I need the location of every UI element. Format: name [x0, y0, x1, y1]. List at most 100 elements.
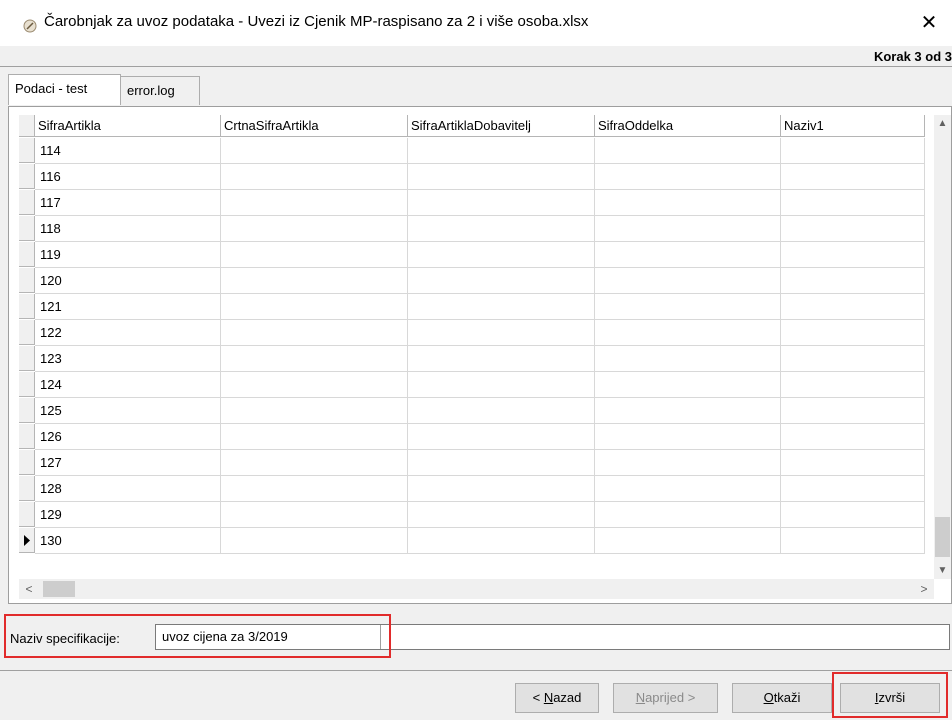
cell-empty[interactable]	[595, 216, 781, 242]
column-header-sifraartikladobavitelj[interactable]: SifraArtiklaDobavitelj	[408, 115, 595, 137]
cell-sifraartikla[interactable]: 127	[35, 450, 221, 476]
cell-empty[interactable]	[595, 502, 781, 528]
cell-empty[interactable]	[595, 424, 781, 450]
cell-empty[interactable]	[221, 190, 408, 216]
cell-empty[interactable]	[595, 372, 781, 398]
cell-empty[interactable]	[221, 138, 408, 164]
cell-empty[interactable]	[408, 190, 595, 216]
cell-sifraartikla[interactable]: 117	[35, 190, 221, 216]
tab-podaci-test[interactable]: Podaci - test	[8, 74, 121, 105]
cell-empty[interactable]	[781, 372, 925, 398]
cell-empty[interactable]	[595, 190, 781, 216]
cell-sifraartikla[interactable]: 125	[35, 398, 221, 424]
cell-sifraartikla[interactable]: 129	[35, 502, 221, 528]
cell-empty[interactable]	[221, 164, 408, 190]
cell-empty[interactable]	[408, 294, 595, 320]
cell-empty[interactable]	[781, 216, 925, 242]
cell-empty[interactable]	[408, 372, 595, 398]
horizontal-scrollbar[interactable]: < >	[19, 579, 934, 599]
cell-sifraartikla[interactable]: 114	[35, 138, 221, 164]
next-button[interactable]: Naprijed >	[613, 683, 718, 713]
row-indicator[interactable]	[19, 450, 35, 475]
cell-sifraartikla[interactable]: 122	[35, 320, 221, 346]
cell-empty[interactable]	[781, 138, 925, 164]
cell-empty[interactable]	[408, 242, 595, 268]
cell-sifraartikla[interactable]: 123	[35, 346, 221, 372]
table-row[interactable]: 129	[19, 502, 925, 528]
table-row[interactable]: 120	[19, 268, 925, 294]
cell-empty[interactable]	[221, 346, 408, 372]
cell-empty[interactable]	[408, 476, 595, 502]
cell-empty[interactable]	[408, 320, 595, 346]
column-header-crtnasifraartikla[interactable]: CrtnaSifraArtikla	[221, 115, 408, 137]
row-indicator[interactable]	[19, 502, 35, 527]
cell-empty[interactable]	[595, 164, 781, 190]
cell-empty[interactable]	[221, 528, 408, 554]
row-indicator[interactable]	[19, 346, 35, 371]
cell-empty[interactable]	[221, 268, 408, 294]
cell-empty[interactable]	[781, 346, 925, 372]
cell-empty[interactable]	[221, 242, 408, 268]
cell-empty[interactable]	[781, 528, 925, 554]
cell-empty[interactable]	[408, 450, 595, 476]
row-indicator[interactable]	[19, 476, 35, 501]
cell-empty[interactable]	[221, 320, 408, 346]
cell-empty[interactable]	[221, 294, 408, 320]
horizontal-scroll-thumb[interactable]	[43, 581, 75, 597]
cell-empty[interactable]	[781, 268, 925, 294]
close-button[interactable]: ✕	[906, 10, 952, 38]
cell-empty[interactable]	[595, 268, 781, 294]
cell-empty[interactable]	[408, 398, 595, 424]
cell-sifraartikla[interactable]: 119	[35, 242, 221, 268]
cell-empty[interactable]	[408, 502, 595, 528]
cell-sifraartikla[interactable]: 126	[35, 424, 221, 450]
table-row[interactable]: 125	[19, 398, 925, 424]
table-row[interactable]: 118	[19, 216, 925, 242]
scroll-left-icon[interactable]: <	[19, 579, 39, 599]
scroll-right-icon[interactable]: >	[914, 579, 934, 599]
cell-sifraartikla[interactable]: 124	[35, 372, 221, 398]
spec-name-input[interactable]: uvoz cijena za 3/2019	[155, 624, 950, 650]
scroll-up-icon[interactable]: ▲	[934, 115, 951, 132]
table-row[interactable]: 116	[19, 164, 925, 190]
cell-empty[interactable]	[781, 476, 925, 502]
cell-empty[interactable]	[408, 268, 595, 294]
data-grid[interactable]: SifraArtikla CrtnaSifraArtikla SifraArti…	[8, 106, 952, 604]
cell-sifraartikla[interactable]: 121	[35, 294, 221, 320]
cell-sifraartikla[interactable]: 128	[35, 476, 221, 502]
cell-empty[interactable]	[595, 242, 781, 268]
cell-sifraartikla[interactable]: 116	[35, 164, 221, 190]
cell-empty[interactable]	[595, 398, 781, 424]
row-indicator[interactable]	[19, 372, 35, 397]
row-indicator[interactable]	[19, 164, 35, 189]
tab-error-log[interactable]: error.log	[120, 76, 200, 105]
cell-empty[interactable]	[781, 398, 925, 424]
cell-empty[interactable]	[408, 164, 595, 190]
cell-empty[interactable]	[781, 190, 925, 216]
vertical-scrollbar[interactable]: ▲ ▼	[934, 115, 951, 579]
back-button[interactable]: < Nazad	[515, 683, 599, 713]
table-row[interactable]: 126	[19, 424, 925, 450]
cell-empty[interactable]	[781, 450, 925, 476]
table-row[interactable]: 127	[19, 450, 925, 476]
cell-empty[interactable]	[781, 424, 925, 450]
cell-empty[interactable]	[595, 138, 781, 164]
row-indicator[interactable]	[19, 190, 35, 215]
cell-empty[interactable]	[221, 398, 408, 424]
cell-empty[interactable]	[595, 294, 781, 320]
table-row[interactable]: 122	[19, 320, 925, 346]
column-header-naziv1[interactable]: Naziv1	[781, 115, 925, 137]
row-indicator[interactable]	[19, 424, 35, 449]
cell-empty[interactable]	[781, 502, 925, 528]
cell-empty[interactable]	[595, 320, 781, 346]
column-header-sifraartikla[interactable]: SifraArtikla	[35, 115, 221, 137]
table-row[interactable]: 114	[19, 138, 925, 164]
cell-empty[interactable]	[221, 216, 408, 242]
table-row[interactable]: 124	[19, 372, 925, 398]
column-header-sifraoddelka[interactable]: SifraOddelka	[595, 115, 781, 137]
cell-empty[interactable]	[408, 216, 595, 242]
cell-empty[interactable]	[595, 476, 781, 502]
row-indicator[interactable]	[19, 268, 35, 293]
table-row[interactable]: 128	[19, 476, 925, 502]
run-button[interactable]: Izvrši	[840, 683, 940, 713]
